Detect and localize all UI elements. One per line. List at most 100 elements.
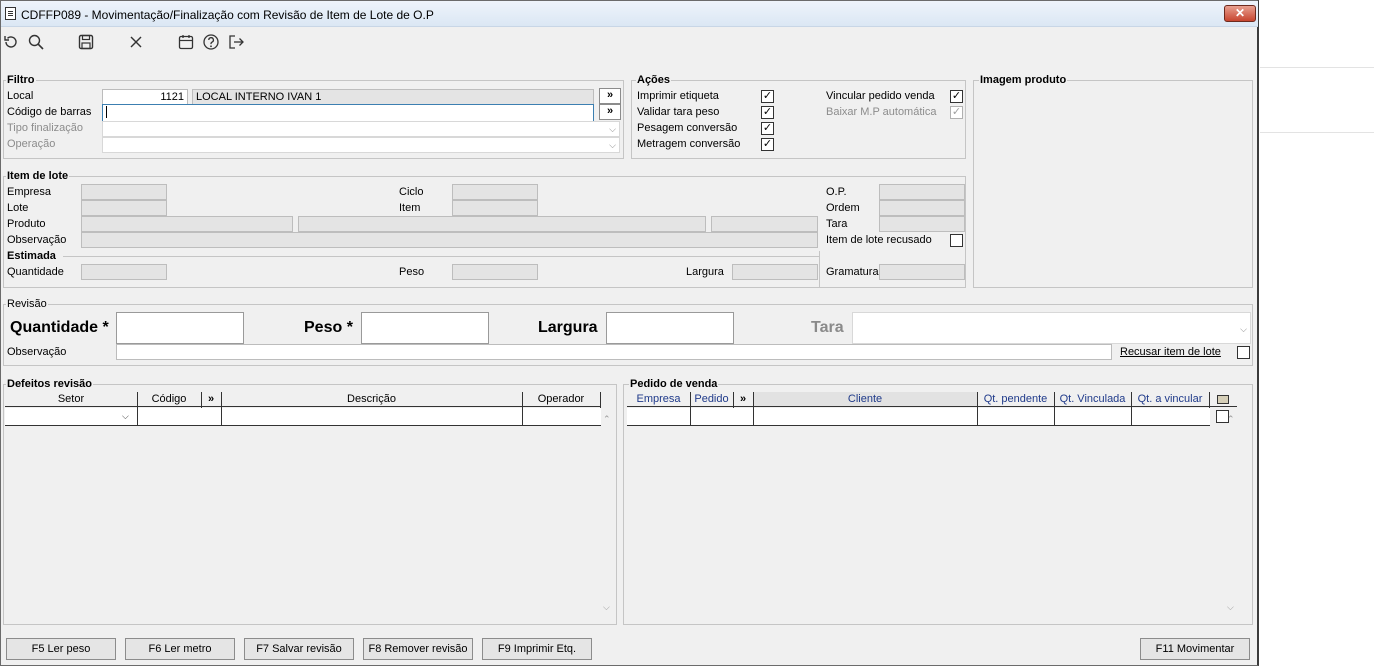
exit-icon[interactable]: [227, 33, 245, 51]
filtro-title: Filtro: [6, 74, 36, 87]
revisao-peso-label: Peso *: [304, 319, 353, 336]
col-lookup[interactable]: »: [201, 392, 221, 407]
estimada-largura-field: [732, 264, 818, 280]
col-lookup[interactable]: »: [733, 392, 753, 407]
refresh-icon[interactable]: [2, 33, 20, 51]
produto-label: Produto: [7, 218, 46, 230]
col-empresa[interactable]: Empresa: [627, 392, 690, 407]
table-row[interactable]: ⌵: [5, 408, 601, 426]
f6-ler-metro-button[interactable]: F6 Ler metro: [125, 638, 235, 660]
col-operador[interactable]: Operador: [522, 392, 600, 407]
calendar-icon[interactable]: [177, 33, 195, 51]
background-divider: [1260, 67, 1374, 68]
imprimir-etiqueta-label: Imprimir etiqueta: [637, 90, 719, 102]
estimada-largura-label: Largura: [686, 266, 724, 278]
help-icon[interactable]: [202, 33, 220, 51]
revisao-observacao-input[interactable]: [116, 344, 1112, 360]
col-pedido[interactable]: Pedido: [690, 392, 733, 407]
search-icon[interactable]: [27, 33, 45, 51]
col-setor[interactable]: Setor: [5, 392, 137, 407]
table-row[interactable]: [627, 408, 1210, 426]
chevron-down-icon: ⌵: [609, 140, 616, 150]
scroll-down-icon[interactable]: ⌵: [603, 602, 610, 612]
f7-salvar-revisao-button[interactable]: F7 Salvar revisão: [244, 638, 354, 660]
scroll-up-icon[interactable]: ⌃: [603, 414, 611, 424]
estimada-quantidade-field: [81, 264, 167, 280]
empresa-label: Empresa: [7, 186, 52, 198]
tipo-finalizacao-select[interactable]: ⌵: [102, 121, 620, 137]
col-qt-vinculada[interactable]: Qt. Vinculada: [1054, 392, 1131, 407]
col-qt-vincular[interactable]: Qt. a vincular: [1131, 392, 1209, 407]
barcode-input[interactable]: [102, 104, 594, 122]
tara-field: [879, 216, 965, 232]
select-all-icon[interactable]: [1217, 395, 1229, 404]
validar-tara-checkbox[interactable]: ✓: [761, 106, 774, 119]
vincular-pedido-label: Vincular pedido venda: [826, 90, 935, 102]
item-label: Item: [399, 202, 421, 214]
f5-ler-peso-button[interactable]: F5 Ler peso: [6, 638, 116, 660]
estimada-peso-field: [452, 264, 538, 280]
local-code-input[interactable]: 1121: [102, 89, 188, 105]
estimada-divider: [63, 256, 819, 257]
barcode-lookup-button[interactable]: »: [599, 104, 621, 120]
op-field: [879, 184, 965, 200]
tara-label: Tara: [826, 218, 848, 230]
revisao-peso-input[interactable]: [361, 312, 489, 344]
estimada-gramatura-field: [879, 264, 965, 280]
chevron-down-icon[interactable]: ⌵: [122, 411, 129, 422]
imagem-produto-title: Imagem produto: [979, 74, 1068, 87]
pedido-title: Pedido de venda: [629, 378, 719, 391]
title-bar: CDFFP089 - Movimentação/Finalização com …: [1, 1, 1258, 27]
save-icon[interactable]: [77, 33, 95, 51]
pesagem-conversao-checkbox[interactable]: ✓: [761, 122, 774, 135]
col-cliente[interactable]: Cliente: [753, 392, 977, 407]
vincular-pedido-checkbox[interactable]: ✓: [950, 90, 963, 103]
col-select[interactable]: [1209, 392, 1237, 407]
estimada-peso-label: Peso: [399, 266, 425, 278]
col-descricao[interactable]: Descrição: [221, 392, 522, 407]
chevron-down-icon: ⌵: [609, 124, 616, 134]
produto-code-field: [81, 216, 293, 232]
f11-movimentar-button[interactable]: F11 Movimentar: [1140, 638, 1250, 660]
metragem-conversao-checkbox[interactable]: ✓: [761, 138, 774, 151]
baixar-mp-checkbox: ✓: [950, 106, 963, 119]
revisao-tara-label: Tara: [811, 319, 844, 336]
defeitos-title: Defeitos revisão: [6, 378, 93, 391]
lote-field: [81, 200, 167, 216]
produto-desc-field: [298, 216, 706, 232]
ciclo-field: [452, 184, 538, 200]
local-name-field: LOCAL INTERNO IVAN 1: [192, 89, 594, 105]
estimada-quantidade-label: Quantidade: [7, 266, 64, 278]
revisao-quantidade-input[interactable]: [116, 312, 244, 344]
lote-label: Lote: [7, 202, 29, 214]
f9-imprimir-etq-button[interactable]: F9 Imprimir Etq.: [482, 638, 592, 660]
window-title: CDFFP089 - Movimentação/Finalização com …: [21, 8, 434, 22]
estimada-title: Estimada: [6, 250, 57, 263]
recusar-item-checkbox[interactable]: [1237, 346, 1250, 359]
estimada-gramatura-label: Gramatura: [826, 266, 879, 278]
revisao-tara-select[interactable]: ⌵: [852, 312, 1251, 344]
operacao-select[interactable]: ⌵: [102, 137, 620, 153]
item-lote-title: Item de lote: [6, 170, 70, 183]
app-document-icon: [5, 7, 16, 20]
scroll-up-icon[interactable]: ⌃: [1227, 414, 1235, 424]
col-codigo[interactable]: Código: [137, 392, 201, 407]
observacao-field: [81, 232, 818, 248]
close-button[interactable]: ✕: [1224, 5, 1256, 22]
scroll-down-icon[interactable]: ⌵: [1227, 602, 1234, 612]
revisao-largura-input[interactable]: [606, 312, 734, 344]
revisao-title: Revisão: [6, 298, 48, 311]
item-recusado-label: Item de lote recusado: [826, 234, 932, 246]
local-lookup-button[interactable]: »: [599, 88, 621, 104]
item-recusado-checkbox: [950, 234, 963, 247]
f8-remover-revisao-button[interactable]: F8 Remover revisão: [363, 638, 473, 660]
imprimir-etiqueta-checkbox[interactable]: ✓: [761, 90, 774, 103]
local-label: Local: [7, 90, 34, 102]
barcode-label: Código de barras: [7, 106, 92, 118]
produto-extra-field: [711, 216, 818, 232]
op-label: O.P.: [826, 186, 847, 198]
col-qt-pendente[interactable]: Qt. pendente: [977, 392, 1054, 407]
recusar-item-label: Recusar item de lote: [1120, 346, 1221, 358]
acoes-title: Ações: [636, 74, 672, 87]
cancel-icon[interactable]: [127, 33, 145, 51]
